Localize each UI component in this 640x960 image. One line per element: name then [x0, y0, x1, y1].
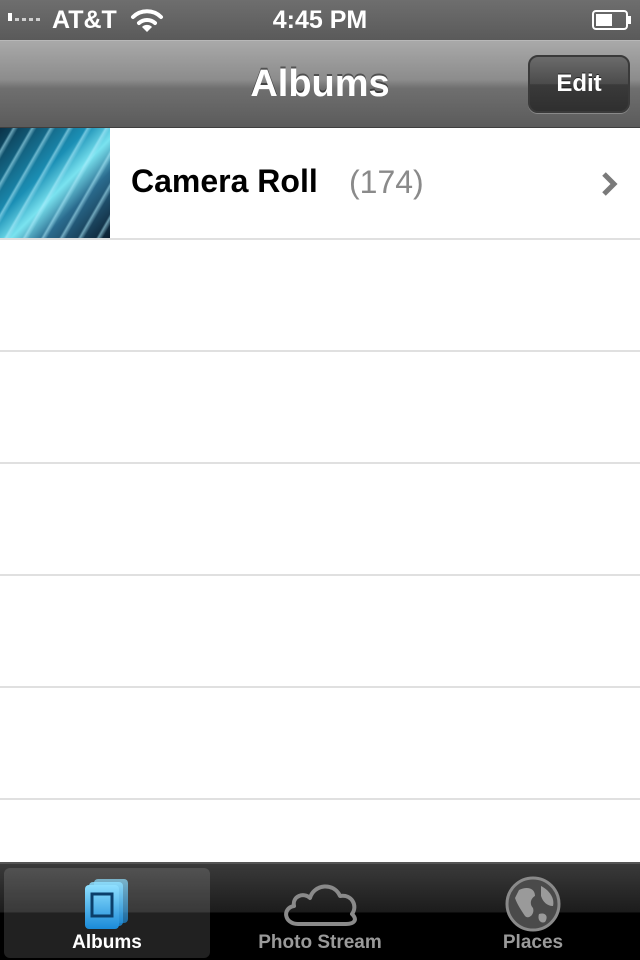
edit-button[interactable]: Edit — [528, 55, 630, 113]
tab-places[interactable]: Places — [430, 868, 636, 958]
empty-row — [0, 464, 640, 576]
chevron-right-icon — [602, 172, 618, 196]
empty-row — [0, 352, 640, 464]
albums-icon — [85, 879, 128, 929]
tab-label: Photo Stream — [258, 932, 382, 953]
navigation-bar: Albums Edit — [0, 40, 640, 128]
tab-albums[interactable]: Albums — [4, 868, 210, 958]
tab-label: Albums — [72, 932, 142, 953]
album-thumbnail — [0, 128, 110, 238]
globe-icon — [505, 876, 561, 932]
tab-photo-stream[interactable]: Photo Stream — [217, 868, 423, 958]
empty-row — [0, 688, 640, 800]
album-count: (174) — [349, 164, 424, 200]
album-row-camera-roll[interactable]: Camera Roll (174) — [0, 128, 640, 240]
tab-bar: Albums Photo Stream Places — [0, 862, 640, 960]
battery-icon — [592, 10, 631, 30]
empty-row — [0, 240, 640, 352]
status-bar: AT&T 4:45 PM — [0, 0, 640, 40]
album-name: Camera Roll — [131, 163, 318, 199]
tab-label: Places — [502, 932, 564, 953]
status-time: 4:45 PM — [272, 6, 368, 34]
album-list: Camera Roll (174) — [0, 128, 640, 912]
cloud-icon — [284, 884, 357, 926]
empty-row — [0, 576, 640, 688]
